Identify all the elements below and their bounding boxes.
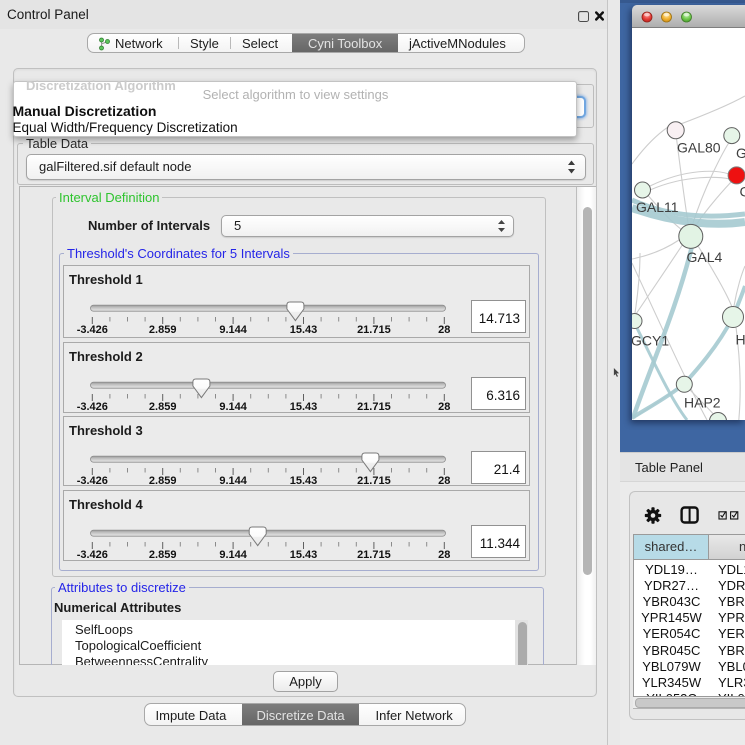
svg-text:2.859: 2.859 — [149, 549, 177, 561]
svg-text:21.715: 21.715 — [357, 475, 391, 487]
svg-text:21.715: 21.715 — [357, 401, 391, 413]
svg-text:GAL80: GAL80 — [677, 140, 721, 156]
svg-text:-3.426: -3.426 — [77, 324, 108, 336]
svg-text:2.859: 2.859 — [149, 324, 177, 336]
svg-text:-3.426: -3.426 — [77, 401, 108, 413]
svg-text:21.715: 21.715 — [357, 324, 391, 336]
svg-text:15.43: 15.43 — [290, 549, 318, 561]
svg-text:28: 28 — [438, 324, 450, 336]
svg-text:21.715: 21.715 — [357, 549, 391, 561]
svg-text:GAL11: GAL11 — [636, 199, 679, 215]
svg-text:28: 28 — [438, 401, 450, 413]
svg-text:CB: CB — [740, 184, 745, 200]
svg-text:2.859: 2.859 — [149, 401, 177, 413]
svg-text:HI: HI — [736, 332, 745, 348]
svg-text:9.144: 9.144 — [219, 324, 247, 336]
svg-text:GAL4: GAL4 — [687, 249, 723, 265]
svg-text:-3.426: -3.426 — [77, 549, 108, 561]
svg-text:2.859: 2.859 — [149, 475, 177, 487]
svg-text:15.43: 15.43 — [290, 324, 318, 336]
svg-text:28: 28 — [438, 475, 450, 487]
svg-text:-3.426: -3.426 — [77, 475, 108, 487]
svg-text:9.144: 9.144 — [219, 401, 247, 413]
svg-text:15.43: 15.43 — [290, 475, 318, 487]
svg-text:HAP2: HAP2 — [684, 395, 721, 411]
svg-text:28: 28 — [438, 549, 450, 561]
svg-text:GCY1: GCY1 — [632, 333, 669, 349]
svg-text:15.43: 15.43 — [290, 401, 318, 413]
svg-text:GA: GA — [736, 145, 745, 161]
svg-text:9.144: 9.144 — [219, 549, 247, 561]
svg-text:9.144: 9.144 — [219, 475, 247, 487]
